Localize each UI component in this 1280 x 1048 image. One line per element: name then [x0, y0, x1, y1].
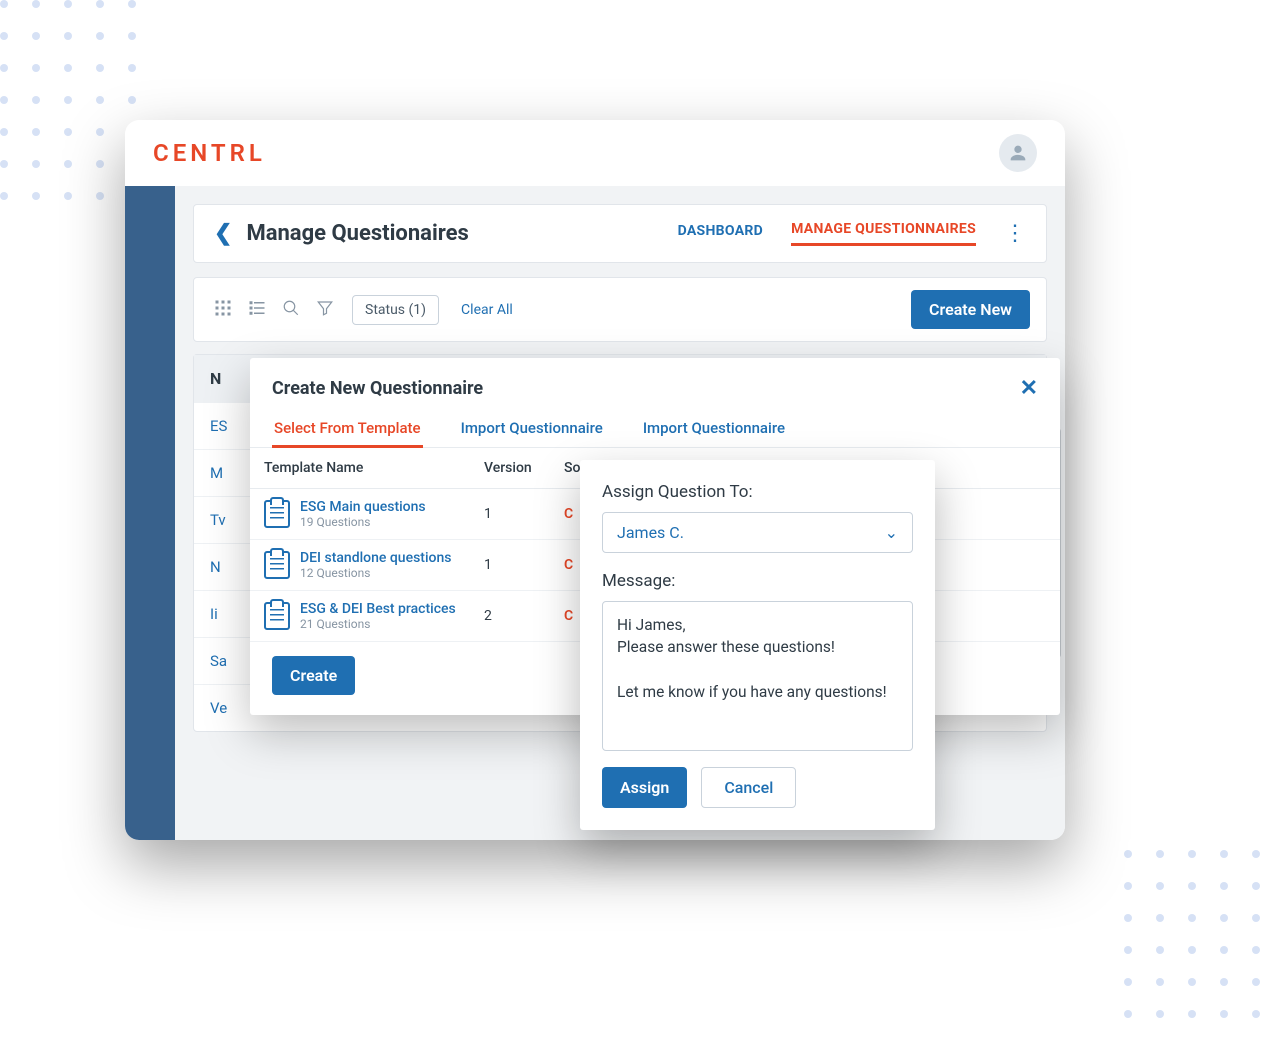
- cancel-button[interactable]: Cancel: [701, 767, 796, 808]
- list-view-icon[interactable]: [244, 295, 270, 325]
- chevron-down-icon: ⌄: [885, 523, 898, 542]
- page-title: Manage Questionaires: [246, 221, 468, 246]
- assignee-value: James C.: [617, 523, 684, 542]
- create-button[interactable]: Create: [272, 656, 355, 695]
- template-sub: 21 Questions: [300, 617, 456, 631]
- clipboard-icon: [264, 602, 290, 630]
- left-rail: [125, 186, 175, 840]
- kebab-menu-icon[interactable]: ⋮: [1004, 227, 1026, 240]
- col-template-name: Template Name: [250, 448, 470, 489]
- topbar: CENTRL: [125, 120, 1065, 186]
- assign-to-label: Assign Question To:: [602, 482, 913, 502]
- search-icon[interactable]: [278, 295, 304, 325]
- back-chevron-icon[interactable]: ❮: [214, 221, 232, 246]
- user-icon: [1007, 142, 1029, 164]
- message-label: Message:: [602, 571, 913, 591]
- template-version: 1: [470, 489, 550, 540]
- template-name: ESG Main questions: [300, 499, 426, 515]
- page-header: ❮ Manage Questionaires DASHBOARD MANAGE …: [193, 204, 1047, 263]
- decorative-dots-tl: [0, 0, 136, 200]
- modal-tab-select-template[interactable]: Select From Template: [272, 411, 423, 448]
- brand-logo: CENTRL: [153, 139, 266, 167]
- assign-button[interactable]: Assign: [602, 767, 687, 808]
- message-textarea[interactable]: Hi James, Please answer these questions!…: [602, 601, 913, 751]
- avatar[interactable]: [999, 134, 1037, 172]
- create-new-button[interactable]: Create New: [911, 290, 1030, 329]
- assign-popover: Assign Question To: James C. ⌄ Message: …: [580, 460, 935, 830]
- close-icon[interactable]: ✕: [1020, 376, 1038, 401]
- template-version: 2: [470, 591, 550, 642]
- col-version: Version: [470, 448, 550, 489]
- modal-tab-import-2[interactable]: Import Questionnaire: [641, 411, 787, 447]
- template-sub: 19 Questions: [300, 515, 426, 529]
- template-version: 1: [470, 540, 550, 591]
- template-sub: 12 Questions: [300, 566, 451, 580]
- clipboard-icon: [264, 551, 290, 579]
- assignee-select[interactable]: James C. ⌄: [602, 512, 913, 553]
- template-name: DEI standlone questions: [300, 550, 451, 566]
- decorative-dots-br: [1124, 850, 1260, 1018]
- modal-title: Create New Questionnaire: [272, 378, 483, 399]
- toolbar: Status (1) Clear All Create New: [193, 277, 1047, 342]
- tab-manage-questionnaires[interactable]: MANAGE QUESTIONNAIRES: [791, 221, 976, 246]
- clear-all-link[interactable]: Clear All: [461, 302, 513, 318]
- modal-tab-import-1[interactable]: Import Questionnaire: [459, 411, 605, 447]
- clipboard-icon: [264, 500, 290, 528]
- filter-chip-status[interactable]: Status (1): [352, 295, 439, 325]
- filter-icon[interactable]: [312, 295, 338, 325]
- template-name: ESG & DEI Best practices: [300, 601, 456, 617]
- grid-view-icon[interactable]: [210, 295, 236, 325]
- tab-dashboard[interactable]: DASHBOARD: [678, 223, 763, 245]
